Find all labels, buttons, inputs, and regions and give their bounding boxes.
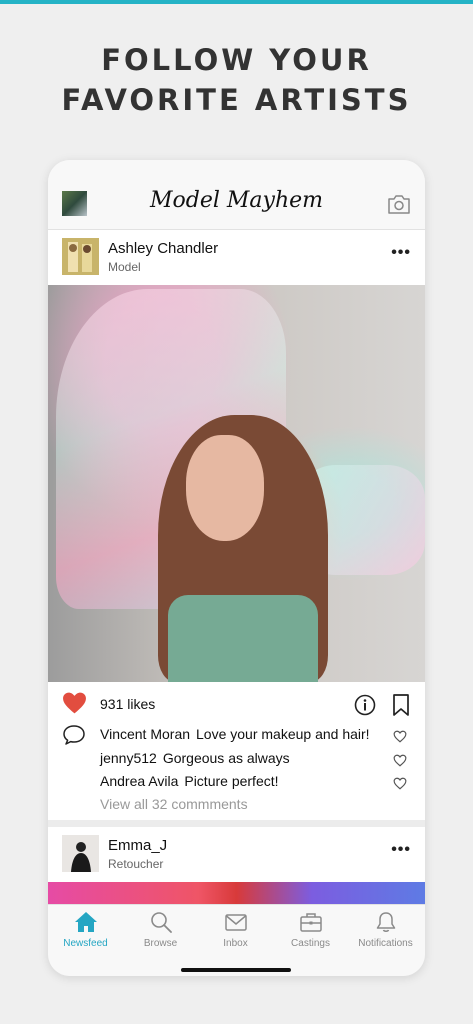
search-icon — [150, 912, 172, 933]
top-accent-bar — [0, 0, 473, 4]
comment-author[interactable]: Andrea Avila — [100, 773, 178, 789]
camera-icon[interactable] — [387, 193, 411, 215]
post-header: Emma_J Retoucher ••• — [48, 827, 425, 882]
home-icon — [74, 912, 97, 932]
view-all-comments-link[interactable]: View all 32 commments — [100, 796, 248, 812]
user-avatar[interactable] — [62, 835, 99, 872]
tab-label: Castings — [291, 938, 330, 949]
comment-author[interactable]: jenny512 — [100, 750, 157, 766]
post-separator — [48, 820, 425, 827]
headline-line-2: FAVORITE ARTISTS — [61, 83, 412, 117]
likes-count: 931 likes — [100, 696, 156, 712]
like-heart-icon[interactable] — [62, 691, 87, 715]
headline: FOLLOW YOUR FAVORITE ARTISTS — [0, 40, 473, 120]
comment-author[interactable]: Vincent Moran — [100, 726, 190, 742]
headline-line-1: FOLLOW YOUR — [101, 43, 372, 77]
comment-row: Vincent Moran Love your makeup and hair! — [100, 726, 370, 742]
more-options-icon[interactable]: ••• — [391, 841, 411, 859]
comment-text: Love your makeup and hair! — [196, 726, 370, 742]
home-indicator — [181, 968, 291, 972]
post-author-name[interactable]: Ashley Chandler — [108, 240, 218, 257]
post-photo[interactable] — [48, 285, 425, 682]
post-header: Ashley Chandler Model ••• — [48, 230, 425, 285]
comment-like-icon[interactable] — [393, 777, 407, 790]
tab-label: Newsfeed — [63, 938, 108, 949]
comment-text: Gorgeous as always — [162, 750, 290, 766]
tab-label: Inbox — [223, 938, 248, 949]
comment-text: Picture perfect! — [184, 773, 279, 789]
more-options-icon[interactable]: ••• — [391, 244, 411, 262]
info-icon[interactable] — [354, 694, 376, 716]
post-author-role: Retoucher — [108, 857, 164, 871]
comment-icon[interactable] — [62, 724, 86, 746]
post-photo-preview[interactable] — [48, 882, 425, 904]
tab-notifications[interactable]: Notifications — [348, 911, 423, 949]
tab-newsfeed[interactable]: Newsfeed — [48, 911, 123, 949]
tab-browse[interactable]: Browse — [123, 911, 198, 949]
phone-mockup: Model Mayhem Ashley Chandler Model ••• 9… — [48, 160, 425, 976]
photo-dress-shape — [168, 595, 318, 682]
app-logo: Model Mayhem — [149, 188, 324, 213]
comment-like-icon[interactable] — [393, 754, 407, 767]
bell-icon — [376, 912, 395, 932]
app-header: Model Mayhem — [48, 160, 425, 230]
post-author-name[interactable]: Emma_J — [108, 837, 167, 854]
tab-label: Notifications — [358, 938, 413, 949]
photo-face-shape — [186, 435, 264, 541]
comment-row: jenny512 Gorgeous as always — [100, 750, 290, 766]
mail-icon — [224, 914, 247, 931]
bottom-tab-bar: Newsfeed Browse Inbox Castings Notificat… — [48, 904, 425, 976]
briefcase-icon — [299, 913, 322, 932]
bookmark-icon[interactable] — [392, 694, 410, 716]
tab-label: Browse — [143, 938, 178, 949]
comment-row: Andrea Avila Picture perfect! — [100, 773, 279, 789]
post-author-role: Model — [108, 260, 141, 274]
user-avatar[interactable] — [62, 238, 99, 275]
comment-like-icon[interactable] — [393, 730, 407, 743]
tab-inbox[interactable]: Inbox — [198, 911, 273, 949]
post-actions: 931 likes Vincent Moran Love your makeup … — [48, 682, 425, 820]
tab-castings[interactable]: Castings — [273, 911, 348, 949]
